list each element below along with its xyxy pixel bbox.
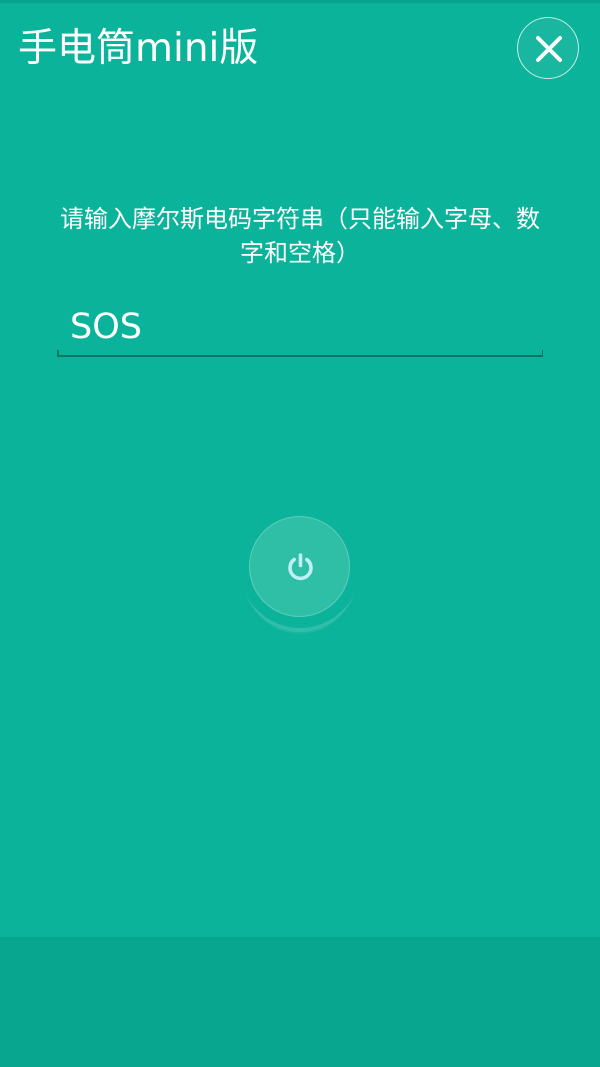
close-button[interactable] [517, 17, 579, 79]
status-strip [0, 0, 600, 3]
power-icon [288, 553, 313, 581]
power-button[interactable] [249, 516, 350, 617]
morse-instruction: 请输入摩尔斯电码字符串（只能输入字母、数字和空格） [60, 205, 540, 267]
input-underline-left-tick [57, 350, 59, 357]
app-screen: 手电筒mini版 请输入摩尔斯电码字符串（只能输入字母、数字和空格） [0, 0, 600, 1067]
power-control [240, 508, 360, 628]
app-title: 手电筒mini版 [18, 26, 259, 71]
morse-input[interactable] [57, 299, 543, 355]
input-underline-right-tick [541, 350, 543, 357]
close-icon [536, 36, 562, 62]
bottom-bar [0, 937, 600, 1067]
input-underline [57, 355, 543, 357]
